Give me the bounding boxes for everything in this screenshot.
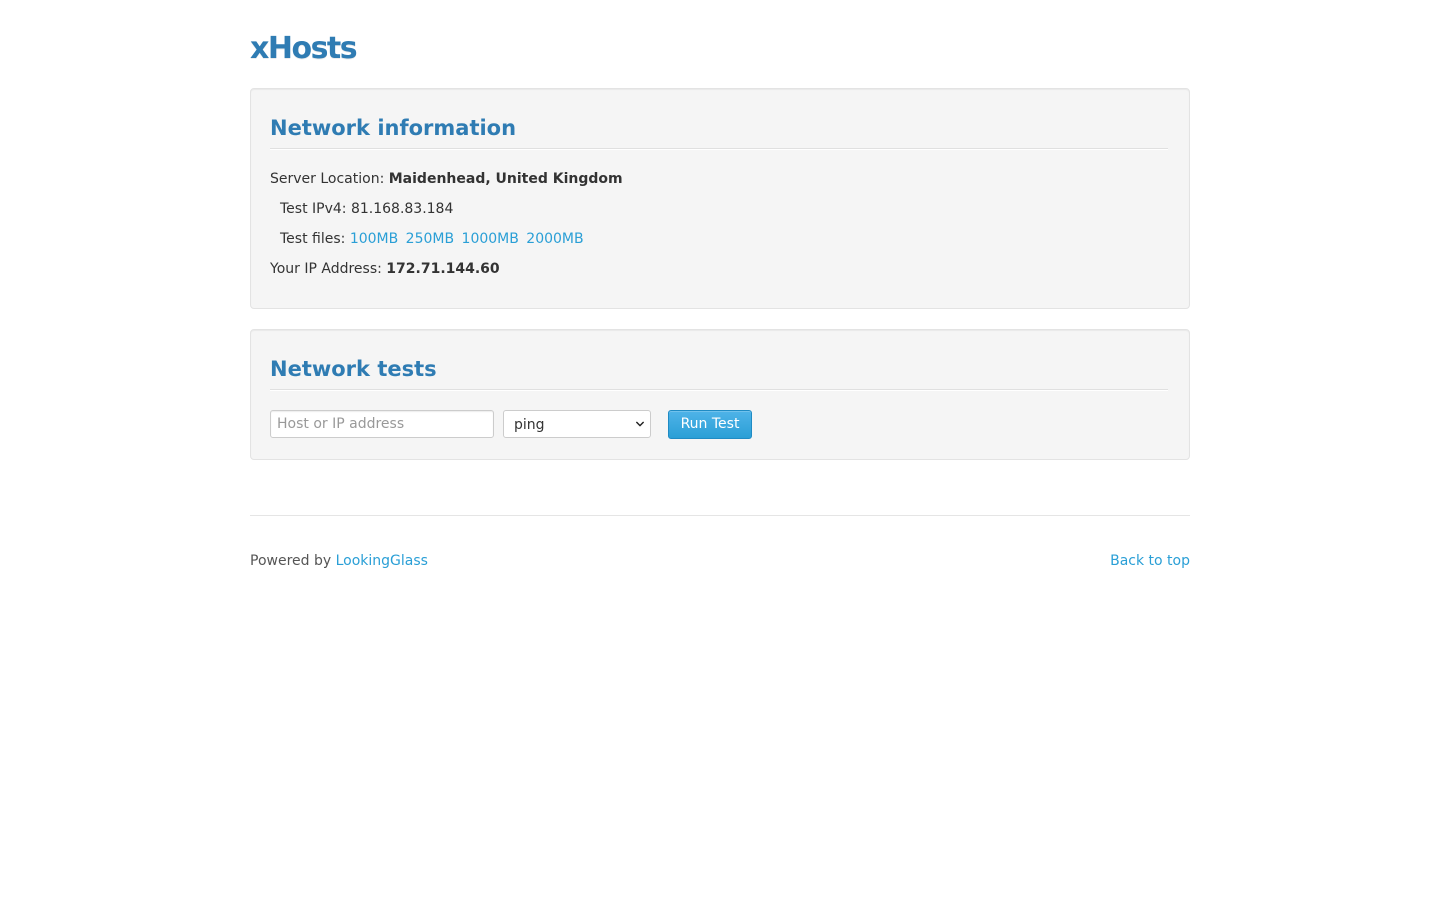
test-file-250mb-link[interactable]: 250MB: [406, 231, 454, 247]
your-ip-value: 172.71.144.60: [386, 261, 500, 277]
chevron-down-icon: [636, 421, 644, 427]
server-location-row: Server Location: Maidenhead, United King…: [270, 169, 623, 189]
network-tests-title: Network tests: [270, 357, 437, 381]
test-file-100mb-link[interactable]: 100MB: [350, 231, 398, 247]
powered-by-label: Powered by: [250, 553, 332, 569]
test-ipv4-label: Test IPv4:: [280, 201, 347, 217]
test-method-select[interactable]: ping: [503, 410, 651, 438]
back-to-top-link[interactable]: Back to top: [1110, 553, 1190, 569]
server-location-label: Server Location:: [270, 171, 385, 187]
site-logo: xHosts: [250, 31, 358, 66]
host-input[interactable]: [270, 410, 494, 438]
your-ip-label: Your IP Address:: [270, 261, 382, 277]
test-files-label: Test files:: [280, 231, 346, 247]
test-ipv4-row: Test IPv4: 81.168.83.184: [280, 199, 453, 219]
lookingglass-link[interactable]: LookingGlass: [336, 553, 428, 569]
footer-back-to-top: Back to top: [1110, 551, 1190, 571]
network-tests-panel: Network tests ping Run Test: [250, 329, 1190, 460]
your-ip-row: Your IP Address: 172.71.144.60: [270, 259, 500, 279]
test-file-2000mb-link[interactable]: 2000MB: [526, 231, 583, 247]
section-divider: [270, 389, 1168, 391]
run-test-button[interactable]: Run Test: [668, 410, 752, 439]
test-files-row: Test files: 100MB 250MB 1000MB 2000MB: [280, 229, 587, 249]
test-ipv4-value: 81.168.83.184: [350, 201, 454, 217]
network-information-panel: Network information Server Location: Mai…: [250, 88, 1190, 309]
server-location-value: Maidenhead, United Kingdom: [388, 171, 623, 187]
footer-divider: [250, 515, 1190, 516]
footer-powered-by: Powered by LookingGlass: [250, 551, 428, 571]
test-file-1000mb-link[interactable]: 1000MB: [462, 231, 519, 247]
test-method-selected-value: ping: [514, 417, 545, 433]
network-information-title: Network information: [270, 116, 517, 140]
section-divider: [270, 148, 1168, 150]
